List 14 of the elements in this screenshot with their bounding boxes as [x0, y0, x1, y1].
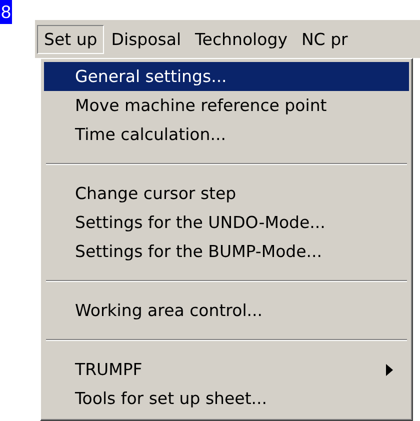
menu-bar-item[interactable]: NC pr: [294, 24, 355, 54]
menu-bar-item[interactable]: Technology: [188, 24, 294, 54]
menu-item[interactable]: Tools for set up sheet...: [44, 384, 409, 413]
step-number-badge: 8: [0, 0, 12, 24]
menu-item[interactable]: Change cursor step: [44, 179, 409, 208]
menu-item[interactable]: Time calculation...: [44, 120, 409, 149]
menu-item[interactable]: Working area control...: [44, 296, 409, 325]
menu-item[interactable]: Settings for the BUMP-Mode...: [44, 237, 409, 266]
menu-item[interactable]: Settings for the UNDO-Mode...: [44, 208, 409, 237]
menu-bar-item[interactable]: Disposal: [104, 24, 188, 54]
menu-bar-item[interactable]: Set up: [37, 24, 104, 54]
menu-item[interactable]: TRUMPF: [44, 355, 409, 384]
menu-item[interactable]: Move machine reference point: [44, 91, 409, 120]
menu-item[interactable]: General settings...: [44, 62, 409, 91]
